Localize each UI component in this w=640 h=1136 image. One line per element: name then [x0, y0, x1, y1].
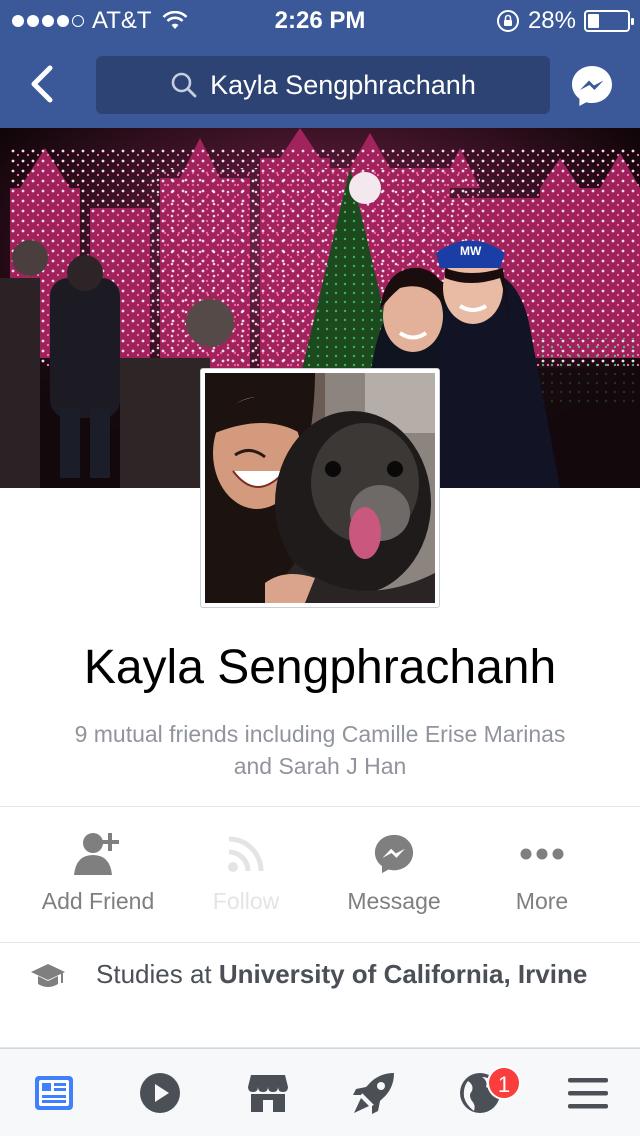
education-prefix: Studies at	[96, 959, 219, 989]
notification-badge: 1	[487, 1066, 521, 1100]
battery-fill	[588, 14, 599, 28]
search-icon	[171, 72, 197, 98]
add-friend-button[interactable]: Add Friend	[24, 830, 172, 930]
follow-icon	[228, 836, 264, 872]
battery-percent: 28%	[527, 7, 576, 34]
store-icon	[248, 1075, 288, 1112]
profile-name: Kayla Sengphrachanh	[83, 641, 557, 694]
more-icon	[520, 848, 564, 860]
message-label: Message	[347, 888, 441, 914]
mutual-friends-line-2: and Sarah J Han	[233, 753, 407, 779]
chevron-left-icon	[31, 65, 53, 103]
battery-icon	[584, 10, 634, 32]
add-friend-label: Add Friend	[41, 888, 155, 914]
school-name[interactable]: University of California, Irvine	[219, 959, 587, 989]
profile-picture-image	[205, 373, 435, 603]
profile-actions: Add Friend Follow Message More	[0, 830, 640, 930]
search-field[interactable]: Kayla Sengphrachanh	[96, 56, 550, 114]
tab-video[interactable]	[138, 1071, 182, 1115]
messenger-icon	[374, 834, 414, 874]
search-query: Kayla Sengphrachanh	[210, 69, 476, 100]
rocket-icon	[353, 1073, 394, 1114]
more-label: More	[515, 888, 569, 914]
graduation-cap-icon	[31, 964, 65, 987]
play-icon	[140, 1073, 180, 1113]
status-bar: AT&T 2:26 PM 28%	[0, 0, 640, 40]
profile-picture[interactable]	[200, 368, 440, 608]
cap-label: MW	[460, 244, 482, 258]
tab-bar	[0, 1048, 640, 1136]
mutual-friends-text[interactable]: 9 mutual friends including Camille Erise…	[40, 718, 600, 782]
tab-news-feed[interactable]	[32, 1071, 76, 1115]
back-button[interactable]	[22, 62, 66, 106]
hamburger-icon	[568, 1078, 608, 1109]
mutual-friends-line-1: 9 mutual friends including Camille Erise…	[74, 721, 566, 747]
divider	[0, 806, 640, 807]
education-text: Studies at University of California, Irv…	[96, 958, 616, 990]
messenger-button[interactable]	[570, 64, 614, 108]
add-friend-icon	[74, 833, 119, 875]
follow-label: Follow	[212, 888, 280, 914]
follow-button[interactable]: Follow	[172, 830, 320, 930]
rotation-lock-icon	[496, 10, 519, 32]
news-feed-icon	[35, 1076, 73, 1110]
tab-explore[interactable]	[352, 1071, 396, 1115]
tab-menu[interactable]	[566, 1071, 610, 1115]
messenger-icon	[572, 66, 612, 106]
divider	[0, 942, 640, 943]
more-button[interactable]: More	[468, 830, 616, 930]
message-button[interactable]: Message	[320, 830, 468, 930]
tab-marketplace[interactable]	[246, 1071, 290, 1115]
navigation-bar: Kayla Sengphrachanh	[0, 40, 640, 128]
